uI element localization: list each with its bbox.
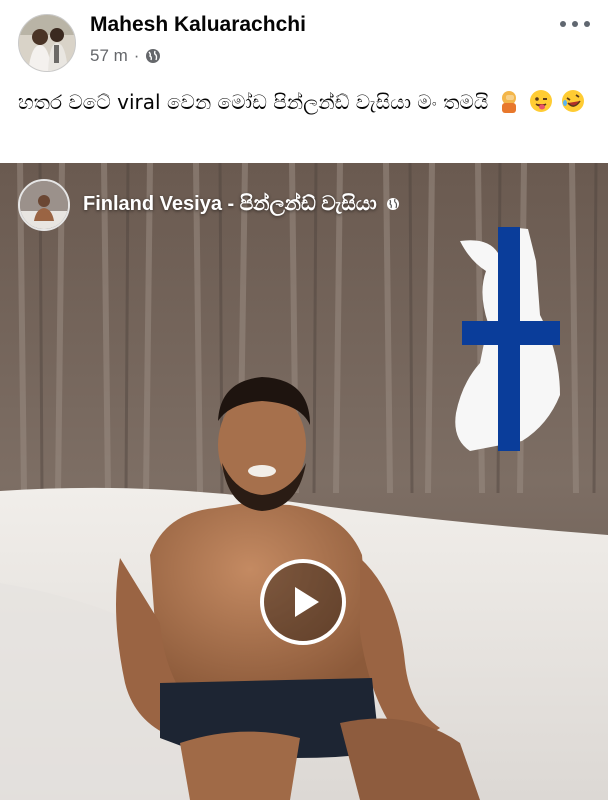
rolling-on-the-floor-laughing-emoji [561, 89, 585, 113]
shared-page-name[interactable]: Finland Vesiya - පින්ලන්ඩ් වැසියා [83, 193, 377, 215]
video-thumbnail [0, 163, 608, 800]
post-caption: හතර වටේ viral වෙන මෝඩ පින්ලන්ඩ් වැසියා ම… [18, 85, 588, 120]
shared-page-avatar[interactable] [18, 179, 70, 231]
post-header: Mahesh Kaluarachchi 57 m · [0, 0, 608, 78]
post-time[interactable]: 57 m [90, 46, 128, 66]
caption-text: හතර වටේ viral වෙන මෝඩ පින්ලන්ඩ් වැසියා ම… [18, 90, 489, 114]
author-avatar[interactable] [18, 14, 76, 72]
person-facepalming-emoji [497, 89, 521, 113]
play-icon [295, 587, 319, 617]
shared-page-header: Finland Vesiya - පින්ලන්ඩ් වැසියා [83, 193, 400, 216]
shared-video[interactable]: Finland Vesiya - පින්ලන්ඩ් වැසියා [0, 163, 608, 800]
author-name[interactable]: Mahesh Kaluarachchi [90, 13, 306, 37]
globe-icon [145, 48, 161, 64]
globe-icon [386, 194, 400, 210]
post-meta: 57 m · [90, 46, 161, 66]
meta-separator: · [133, 46, 140, 65]
more-options-icon[interactable] [560, 12, 590, 36]
winking-face-with-tongue-emoji [529, 89, 553, 113]
play-button[interactable] [260, 559, 346, 645]
